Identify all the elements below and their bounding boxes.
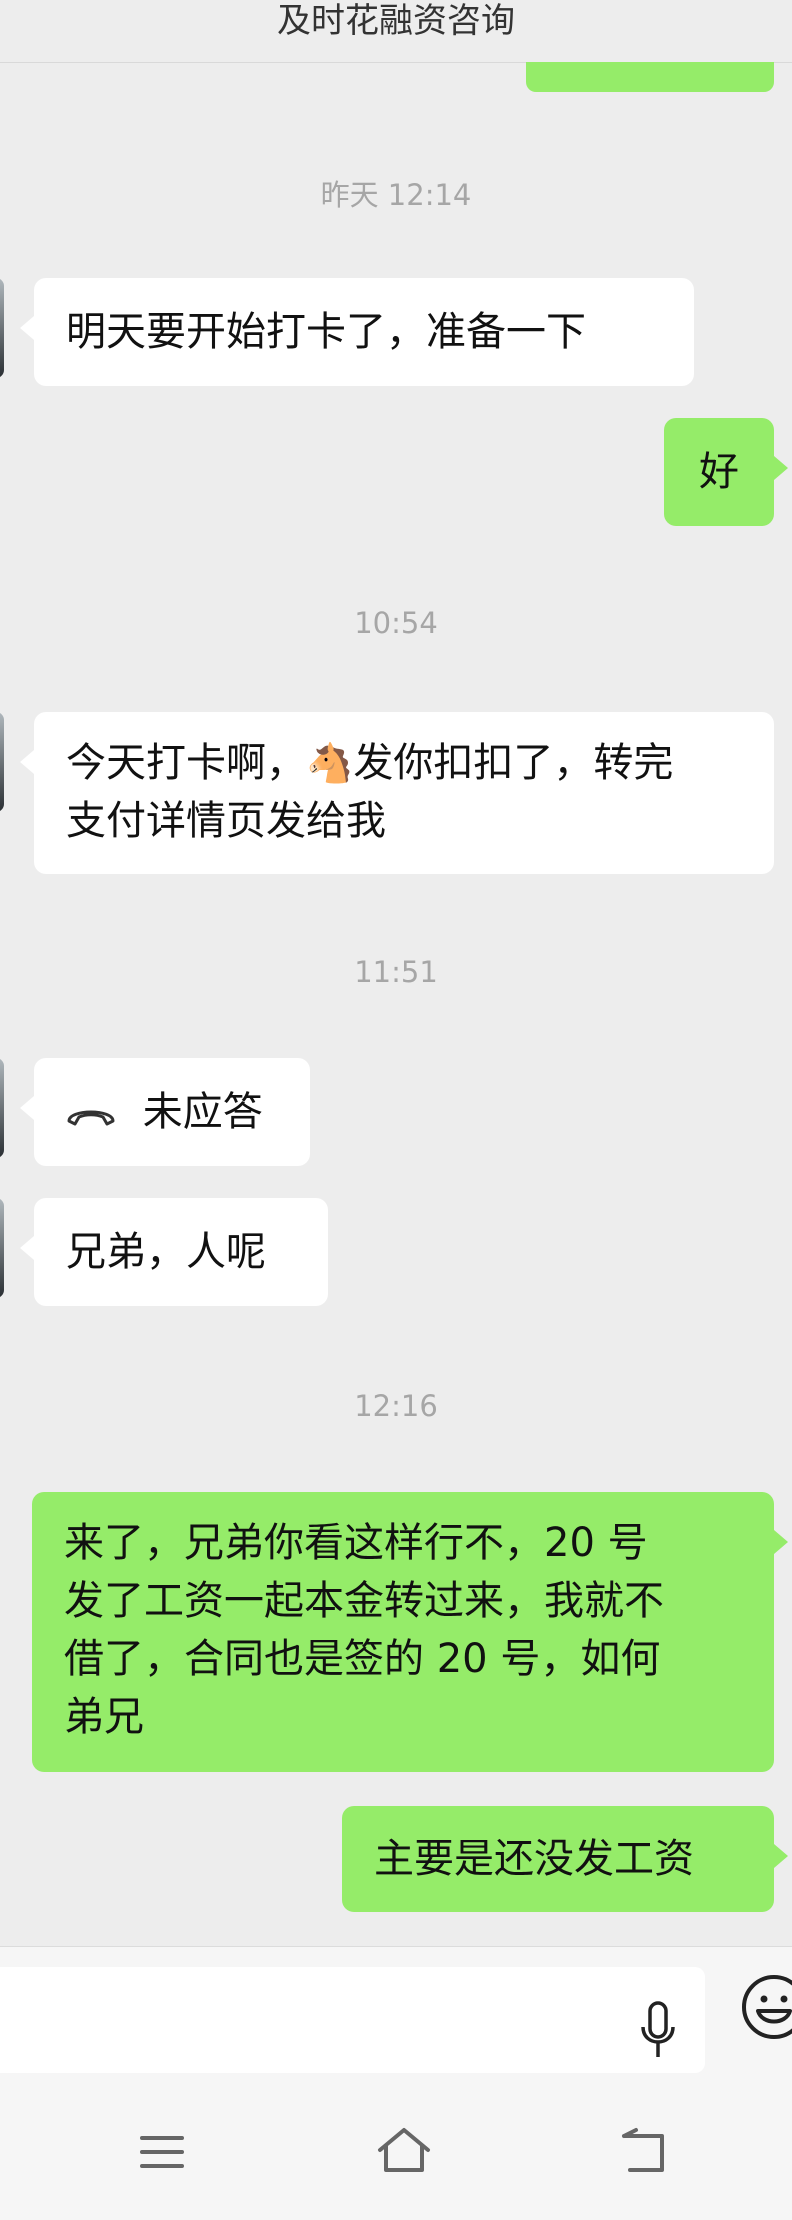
system-navbar xyxy=(0,2078,792,2220)
input-bar xyxy=(0,1946,792,2079)
message-text: 明天要开始打卡了，准备一下 xyxy=(66,309,586,355)
avatar[interactable] xyxy=(0,278,4,378)
menu-icon[interactable] xyxy=(132,2122,192,2182)
message-incoming[interactable]: 今天打卡啊，🐴发你扣扣了，转完 支付详情页发给我 xyxy=(20,712,774,874)
message-incoming[interactable]: 兄弟，人呢 xyxy=(20,1198,328,1306)
chat-header: 及时花融资咨询 xyxy=(0,0,792,63)
horse-emoji: 🐴 xyxy=(306,741,354,785)
timestamp: 11:51 xyxy=(354,955,438,989)
message-line: 今天打卡啊，🐴发你扣扣了，转完 xyxy=(66,740,674,786)
home-icon[interactable] xyxy=(374,2122,434,2182)
timestamp: 10:54 xyxy=(354,606,438,640)
partial-outgoing-bubble xyxy=(526,62,774,92)
avatar[interactable] xyxy=(0,1198,4,1298)
emoji-icon[interactable] xyxy=(734,1967,792,2049)
phone-hangup-icon xyxy=(67,1110,115,1126)
message-outgoing[interactable]: 来了，兄弟你看这样行不，20 号 发了工资一起本金转过来，我就不 借了，合同也是… xyxy=(32,1492,788,1772)
missed-call-bubble[interactable]: 未应答 xyxy=(20,1058,310,1166)
message-input[interactable] xyxy=(0,1967,705,2073)
message-line: 借了，合同也是签的 20 号，如何 xyxy=(64,1636,661,1682)
avatar[interactable] xyxy=(0,712,4,812)
timestamp: 12:16 xyxy=(354,1389,438,1423)
message-text: 好 xyxy=(699,449,739,495)
microphone-icon[interactable] xyxy=(638,1999,678,2061)
message-line: 来了，兄弟你看这样行不，20 号 xyxy=(64,1520,648,1566)
message-text: 主要是还没发工资 xyxy=(374,1836,694,1882)
message-outgoing[interactable]: 好 xyxy=(664,418,788,526)
chat-title: 及时花融资咨询 xyxy=(277,1,515,41)
message-line: 发了工资一起本金转过来，我就不 xyxy=(64,1578,664,1624)
message-outgoing[interactable]: 主要是还没发工资 xyxy=(342,1806,788,1912)
message-text: 兄弟，人呢 xyxy=(66,1229,266,1275)
message-line: 弟兄 xyxy=(64,1694,144,1740)
missed-call-text: 未应答 xyxy=(142,1089,263,1135)
message-line: 支付详情页发给我 xyxy=(66,798,386,844)
avatar[interactable] xyxy=(0,1058,4,1158)
message-incoming[interactable]: 明天要开始打卡了，准备一下 xyxy=(20,278,694,386)
back-icon[interactable] xyxy=(614,2122,674,2182)
timestamp: 昨天 12:14 xyxy=(320,178,472,212)
